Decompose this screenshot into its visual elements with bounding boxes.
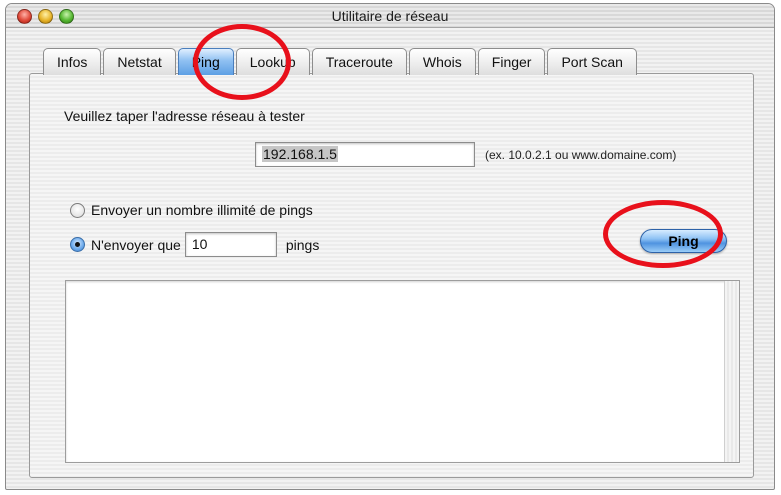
ping-output-area[interactable] [65,280,740,463]
highlight-circle-ping-tab [193,24,291,100]
ping-count-input[interactable]: 10 [184,232,277,257]
tab-infos[interactable]: Infos [43,48,102,75]
tab-traceroute[interactable]: Traceroute [311,48,407,75]
radio-limited[interactable] [70,237,85,252]
option-limited-prefix: N'envoyer que [91,236,181,253]
option-unlimited-row[interactable]: Envoyer un nombre illimité de pings [70,202,313,218]
address-prompt: Veuillez taper l'adresse réseau à tester [64,108,305,124]
radio-unlimited[interactable] [70,202,85,218]
tab-finger[interactable]: Finger [477,48,546,75]
option-limited-suffix: pings [285,236,320,253]
tab-bar: Infos Netstat Ping Lookup Traceroute Who… [43,48,637,75]
tab-netstat[interactable]: Netstat [103,48,176,75]
tab-port-scan[interactable]: Port Scan [547,48,637,75]
address-hint: (ex. 10.0.2.1 ou www.domaine.com) [485,148,677,162]
title-bar: Utilitaire de réseau [6,4,774,28]
option-limited-row[interactable]: N'envoyer que 10 pings [70,232,319,257]
option-unlimited-label: Envoyer un nombre illimité de pings [91,202,313,218]
window-title: Utilitaire de réseau [331,8,449,24]
address-input[interactable]: 192.168.1.5 [255,142,475,167]
output-scrollbar[interactable] [724,281,739,462]
tab-whois[interactable]: Whois [408,48,476,75]
address-value: 192.168.1.5 [262,146,338,162]
highlight-circle-ping-button [603,200,723,268]
